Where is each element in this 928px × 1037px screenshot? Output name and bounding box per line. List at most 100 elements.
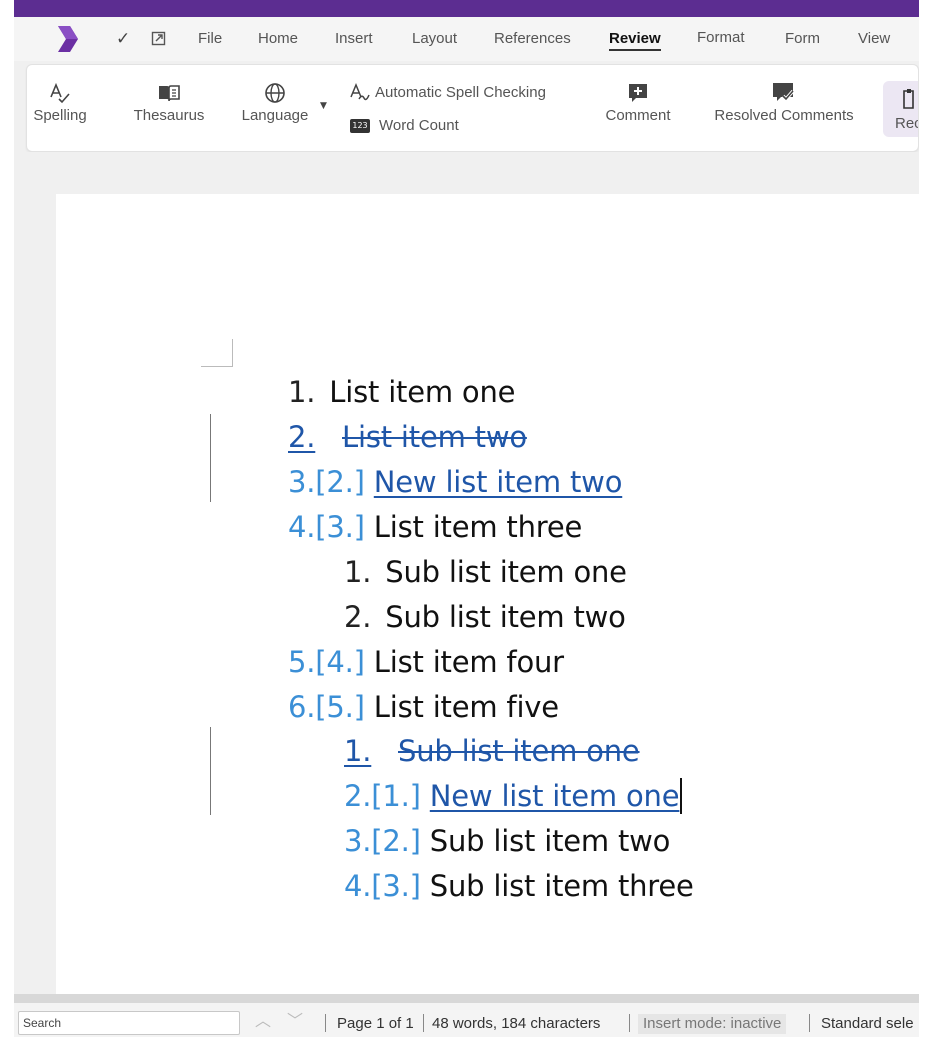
deleted-text: List item two [342,420,527,454]
text-cursor [680,778,683,814]
list-number-new: 4. [344,869,372,903]
menu-view[interactable]: View [858,30,890,48]
comment-label: Comment [605,107,671,124]
menu-references[interactable]: References [494,30,571,48]
inserted-sub-list-item[interactable]: 2.[1.] New list item one [344,776,683,816]
list-text: List item four [373,645,564,679]
resolved-comments-label: Resolved Comments [714,107,854,124]
list-number-new: 2. [344,779,372,813]
save-check-icon[interactable]: ✓ [116,29,130,49]
status-separator [809,1014,810,1032]
menu-form[interactable]: Form [785,30,820,48]
deleted-list-number: 2. [288,420,316,454]
menu-bar: ✓ File Home Insert Layout References Rev… [14,17,919,61]
list-item[interactable]: 6.[5.] List item five [288,687,559,727]
comment-button[interactable]: Comment [599,79,677,125]
list-number: 2. [344,600,372,634]
search-previous-icon[interactable]: ︿ [255,1011,271,1031]
horizontal-scrollbar[interactable] [14,994,919,1003]
language-button[interactable]: Language [237,79,313,125]
list-number-new: 6. [288,690,316,724]
list-number-new: 3. [288,465,316,499]
thesaurus-button[interactable]: Thesaurus [127,79,211,125]
page-margin-corner [201,366,232,367]
review-ribbon: Spelling Thesaurus Language ▼ Automatic … [26,64,919,152]
word-count-status[interactable]: 48 words, 184 characters [432,1015,600,1033]
search-next-icon[interactable]: ﹀ [287,1011,303,1031]
record-changes-button[interactable]: Rec [883,81,918,137]
list-text: List item three [373,510,583,544]
status-bar: ︿ ﹀ Page 1 of 1 48 words, 184 characters… [14,1003,919,1037]
menu-format[interactable]: Format [697,29,745,47]
resolved-comments-button[interactable]: Resolved Comments [704,79,864,125]
globe-icon [265,83,285,103]
menu-home[interactable]: Home [258,30,298,48]
list-item[interactable]: 4.[3.] List item three [288,507,582,547]
status-separator [629,1014,630,1032]
list-text: List item one [329,375,516,409]
list-number-new: 5. [288,645,316,679]
app-logo-icon[interactable] [56,26,80,52]
record-changes-label: Rec [895,115,918,132]
auto-spell-label: Automatic Spell Checking [375,84,546,101]
menu-layout[interactable]: Layout [412,30,457,48]
list-number-new: 3. [344,824,372,858]
title-bar [14,0,919,17]
auto-spell-icon [350,83,370,101]
language-label: Language [241,107,309,124]
document-page[interactable]: 1. List item one 2. List item two 3.[2.] Ne… [56,194,919,1014]
open-external-icon[interactable] [151,31,166,46]
thesaurus-label: Thesaurus [133,107,205,124]
deleted-list-number: 1. [344,734,372,768]
menu-file[interactable]: File [198,30,222,48]
list-number-old: [1.] [371,779,421,813]
list-text: Sub list item two [385,600,626,634]
spelling-button[interactable]: Spelling [29,79,91,125]
page-margin-corner-vertical [232,339,233,367]
change-bar [210,727,211,815]
spelling-icon [50,82,70,104]
chevron-down-icon[interactable]: ▼ [320,101,327,111]
list-number-old: [3.] [315,510,365,544]
resolved-comment-icon [773,83,795,102]
deleted-list-item[interactable]: 2. List item two [288,417,527,457]
list-number-old: [3.] [371,869,421,903]
status-separator [423,1014,424,1032]
list-number-old: [5.] [315,690,365,724]
sub-list-item[interactable]: 4.[3.] Sub list item three [344,866,694,906]
list-text: Sub list item three [429,869,694,903]
sub-list-item[interactable]: 2. Sub list item two [344,597,626,637]
book-icon [159,85,180,102]
deleted-sub-list-item[interactable]: 1. Sub list item one [344,731,640,771]
list-number-old: [2.] [315,465,365,499]
search-input[interactable] [18,1011,240,1035]
record-changes-icon [903,89,914,109]
inserted-text: New list item two [373,465,623,499]
word-count-icon: 123 [350,119,370,133]
spelling-label: Spelling [33,107,87,124]
list-text: Sub list item one [385,555,627,589]
inserted-list-item[interactable]: 3.[2.] New list item two [288,462,622,502]
status-separator [325,1014,326,1032]
list-number-new: 4. [288,510,316,544]
selection-mode-status[interactable]: Standard sele [821,1015,914,1033]
list-number-old: [4.] [315,645,365,679]
change-bar [210,414,211,502]
inserted-text: New list item one [429,779,680,813]
sub-list-item[interactable]: 3.[2.] Sub list item two [344,821,670,861]
word-count-label: Word Count [379,117,459,134]
insert-mode-status[interactable]: Insert mode: inactive [638,1014,787,1034]
list-text: Sub list item two [429,824,671,858]
menu-insert[interactable]: Insert [335,30,373,48]
menu-review[interactable]: Review [609,30,661,51]
sub-list-item[interactable]: 1. Sub list item one [344,552,627,592]
list-number-old: [2.] [371,824,421,858]
document-canvas: 1. List item one 2. List item two 3.[2.] Ne… [14,152,919,1014]
word-count-button[interactable]: 123 Word Count [350,117,459,135]
list-number: 1. [344,555,372,589]
list-item[interactable]: 1. List item one [288,372,515,412]
list-text: List item five [373,690,559,724]
auto-spell-check-toggle[interactable]: Automatic Spell Checking [349,83,546,103]
page-indicator[interactable]: Page 1 of 1 [337,1015,414,1033]
list-item[interactable]: 5.[4.] List item four [288,642,564,682]
